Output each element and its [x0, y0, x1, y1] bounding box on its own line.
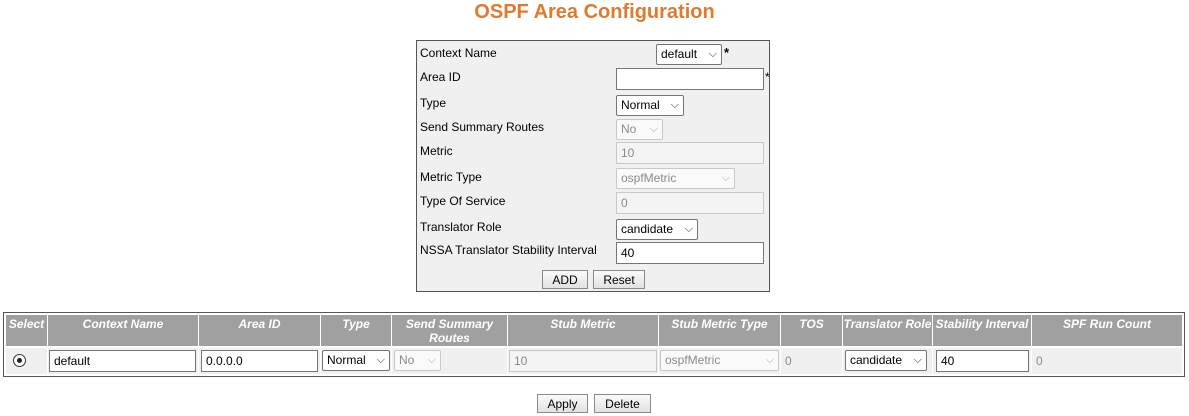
reset-button[interactable]: Reset — [593, 270, 645, 289]
metric-type-row: Metric Type ospfMetric ⌵ — [420, 167, 770, 191]
type-cell: Normal ⌵ — [321, 348, 391, 374]
tos-cell: 0 — [781, 348, 842, 374]
row-tos-value: 0 — [785, 354, 792, 368]
type-of-service-row: Type Of Service — [420, 191, 770, 215]
stability-interval-input[interactable] — [616, 242, 764, 264]
send-summary-routes-select[interactable]: No ⌵ — [616, 119, 663, 140]
chevron-down-icon: ⌵ — [376, 354, 385, 366]
header-send-summary-routes: Send Summary Routes — [392, 315, 507, 346]
row-spf-run-count-value: 0 — [1036, 354, 1043, 368]
chevron-down-icon: ⌵ — [721, 172, 730, 184]
chevron-down-icon: ⌵ — [427, 354, 436, 366]
header-type: Type — [321, 315, 391, 346]
area-id-row: Area ID * — [420, 67, 770, 91]
row-stub-metric-type-select[interactable]: ospfMetric ⌵ — [660, 350, 779, 371]
translator-role-select[interactable]: candidate ⌵ — [616, 219, 698, 240]
metric-type-label: Metric Type — [420, 170, 482, 184]
row-send-summary-routes-value: No — [399, 353, 415, 367]
apply-button[interactable]: Apply — [537, 394, 588, 413]
context-name-label: Context Name — [420, 46, 497, 60]
stub-metric-cell — [508, 348, 658, 374]
metric-input[interactable] — [616, 142, 764, 164]
type-value: Normal — [621, 98, 660, 112]
area-config-form: Context Name default ⌵ * Area ID * Type … — [416, 40, 770, 292]
chevron-down-icon: ⌵ — [649, 123, 658, 135]
row-type-select[interactable]: Normal ⌵ — [322, 350, 390, 371]
header-stability-interval: Stability Interval — [933, 315, 1031, 346]
header-select: Select — [6, 315, 47, 346]
stability-interval-row: NSSA Translator Stability Interval — [420, 240, 770, 264]
translator-role-cell: candidate ⌵ — [843, 348, 932, 374]
area-id-input[interactable] — [616, 68, 764, 90]
stability-interval-cell — [933, 348, 1031, 374]
chevron-down-icon: ⌵ — [684, 223, 693, 235]
chevron-down-icon: ⌵ — [708, 48, 717, 60]
metric-type-select[interactable]: ospfMetric ⌵ — [616, 168, 735, 189]
row-translator-role-select[interactable]: candidate ⌵ — [845, 350, 927, 371]
metric-type-value: ospfMetric — [621, 171, 677, 185]
stub-metric-type-cell: ospfMetric ⌵ — [659, 348, 780, 374]
send-summary-routes-label: Send Summary Routes — [420, 120, 545, 134]
row-stub-metric-type-value: ospfMetric — [665, 353, 721, 367]
context-name-row: Context Name default ⌵ * — [420, 43, 770, 67]
chevron-down-icon: ⌵ — [670, 99, 679, 111]
type-row: Type Normal ⌵ — [420, 93, 770, 117]
required-mark: * — [724, 45, 730, 60]
translator-role-label: Translator Role — [420, 220, 502, 234]
send-summary-routes-row: Send Summary Routes No ⌵ — [420, 117, 770, 141]
row-stability-interval-input[interactable] — [936, 350, 1029, 372]
row-send-summary-routes-select[interactable]: No ⌵ — [394, 350, 441, 371]
radio-selected-icon[interactable] — [13, 354, 26, 367]
area-id-label: Area ID — [420, 70, 461, 84]
context-name-value: default — [661, 47, 698, 61]
area-table: Select Context Name Area ID Type Send Su… — [3, 312, 1185, 377]
row-area-id-input[interactable] — [201, 350, 318, 372]
area-id-cell — [199, 348, 320, 374]
header-stub-metric: Stub Metric — [508, 315, 658, 346]
spf-run-count-cell: 0 — [1032, 348, 1182, 374]
add-button[interactable]: ADD — [542, 270, 588, 289]
delete-button[interactable]: Delete — [594, 394, 651, 413]
header-context-name: Context Name — [48, 315, 198, 346]
select-cell — [6, 348, 47, 374]
row-context-name-input[interactable] — [49, 350, 196, 372]
page-title: OSPF Area Configuration — [474, 1, 715, 23]
translator-role-value: candidate — [621, 222, 674, 236]
context-name-select[interactable]: default ⌵ — [656, 44, 722, 65]
row-stub-metric-input[interactable] — [509, 350, 657, 372]
metric-label: Metric — [420, 144, 453, 158]
type-of-service-input[interactable] — [616, 192, 764, 214]
metric-row: Metric — [420, 141, 770, 165]
send-summary-routes-value: No — [621, 122, 637, 136]
chevron-down-icon: ⌵ — [913, 354, 922, 366]
type-label: Type — [420, 96, 447, 110]
send-summary-routes-cell: No ⌵ — [392, 348, 507, 374]
header-tos: TOS — [781, 315, 842, 346]
header-stub-metric-type: Stub Metric Type — [659, 315, 780, 346]
translator-role-row: Translator Role candidate ⌵ — [420, 217, 770, 241]
header-spf-run-count: SPF Run Count — [1032, 315, 1182, 346]
context-name-cell — [48, 348, 198, 374]
row-translator-role-value: candidate — [850, 353, 903, 367]
type-select[interactable]: Normal ⌵ — [616, 95, 684, 116]
stability-interval-label: NSSA Translator Stability Interval — [420, 243, 597, 257]
header-area-id: Area ID — [199, 315, 320, 346]
type-of-service-label: Type Of Service — [420, 194, 506, 208]
row-type-value: Normal — [327, 353, 366, 367]
chevron-down-icon: ⌵ — [765, 354, 774, 366]
header-translator-role: Translator Role — [843, 315, 932, 346]
required-mark: * — [765, 70, 770, 84]
